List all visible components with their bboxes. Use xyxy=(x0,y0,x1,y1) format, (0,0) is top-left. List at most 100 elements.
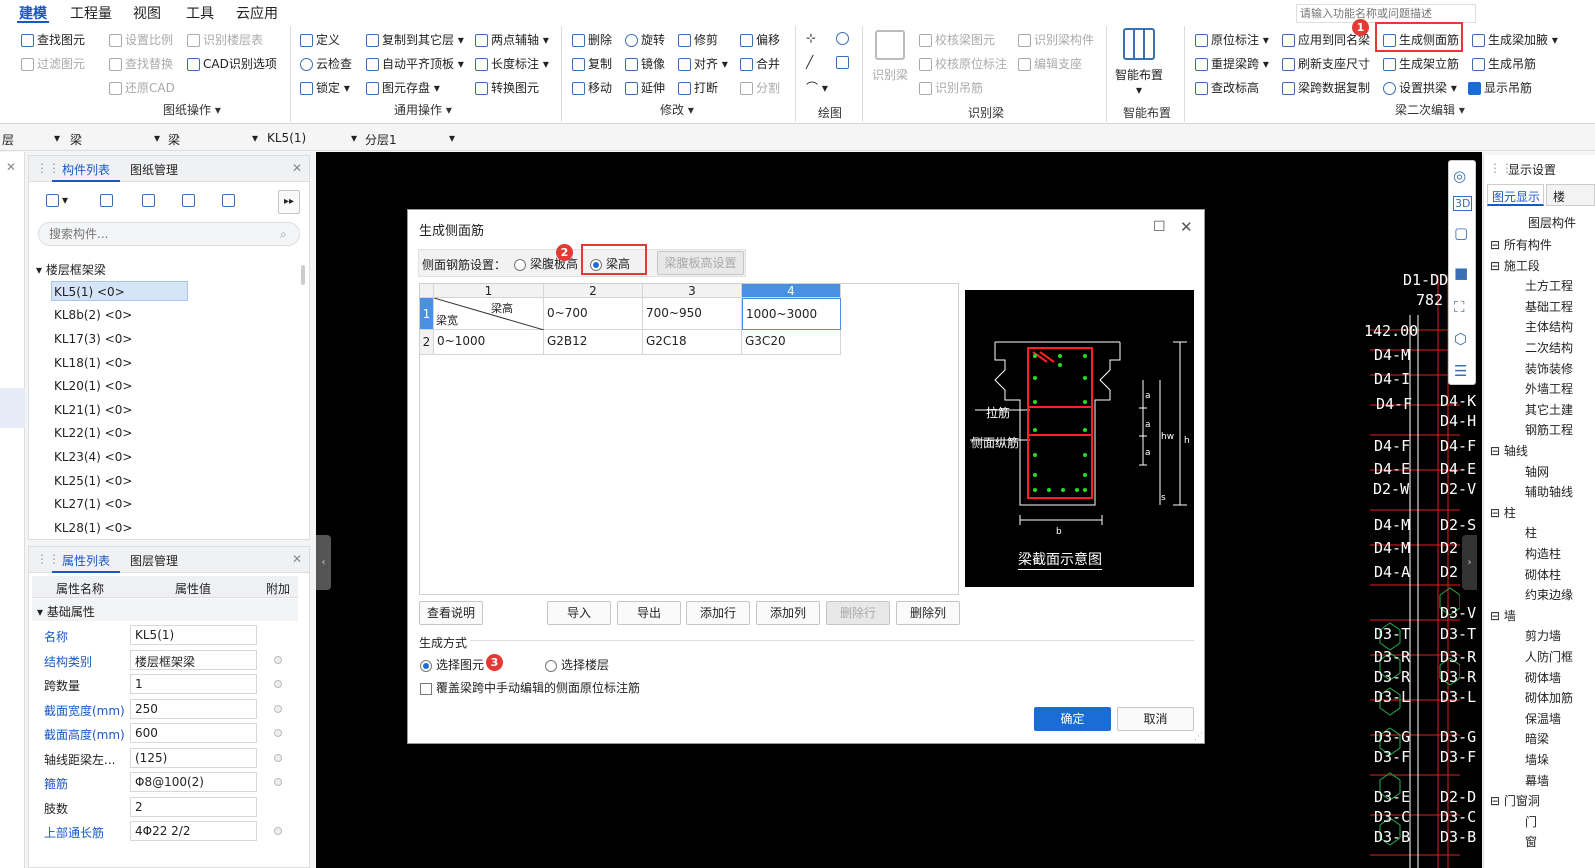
define-button[interactable]: 定义 xyxy=(300,31,340,48)
list-item[interactable]: KL23(4) <0> xyxy=(54,450,132,464)
merge-button[interactable]: 合并 xyxy=(740,55,780,72)
property-value[interactable]: 600 xyxy=(130,723,257,743)
list-item[interactable]: KL8b(2) <0> xyxy=(54,308,132,322)
collapse-left-handle[interactable]: ‹ xyxy=(316,535,331,590)
offset-button[interactable]: 偏移 xyxy=(740,31,780,48)
import-button[interactable]: 导入 xyxy=(547,601,611,625)
tree-item[interactable]: ⊟ 施工段 xyxy=(1490,257,1540,274)
attach-radio[interactable] xyxy=(274,729,282,737)
tab-floor-display[interactable]: 楼 xyxy=(1546,184,1595,206)
attach-radio[interactable] xyxy=(274,827,282,835)
list-item[interactable]: KL22(1) <0> xyxy=(54,426,132,440)
tree-item[interactable]: 轴网 xyxy=(1525,463,1549,480)
export-button[interactable]: 导出 xyxy=(617,601,681,625)
add-column-button[interactable]: 添加列 xyxy=(756,601,820,625)
property-value[interactable]: 4Φ22 2/2 xyxy=(130,821,257,841)
cloud-check-button[interactable]: 云检查 xyxy=(300,55,352,72)
delete-component-icon[interactable] xyxy=(142,193,158,207)
property-value[interactable]: 250 xyxy=(130,699,257,719)
generate-hanger-button[interactable]: 生成吊筋 xyxy=(1472,55,1536,72)
table-cell-selected[interactable]: 1000~3000 xyxy=(742,298,841,330)
list-item[interactable]: KL27(1) <0> xyxy=(54,497,132,511)
attach-radio[interactable] xyxy=(274,754,282,762)
attach-radio[interactable] xyxy=(274,680,282,688)
selector-type[interactable]: 梁 ▾ xyxy=(70,131,162,148)
attach-radio[interactable] xyxy=(274,778,282,786)
tree-item[interactable]: 土方工程 xyxy=(1525,277,1573,294)
layer-copy-icon[interactable] xyxy=(182,193,198,207)
cad-options-button[interactable]: CAD识别选项 xyxy=(187,55,277,72)
tab-quantity[interactable]: 工程量 xyxy=(70,3,112,23)
list-item[interactable]: KL5(1) <0> xyxy=(54,285,125,299)
tab-modeling[interactable]: 建模 xyxy=(19,3,47,23)
tree-item[interactable]: 钢筋工程 xyxy=(1525,421,1573,438)
recognize-floor-table-button[interactable]: 识别楼层表 xyxy=(187,31,263,48)
tree-item[interactable]: ⊟ 墙 xyxy=(1490,607,1516,624)
in-place-annotation-button[interactable]: 原位标注 ▾ xyxy=(1195,31,1269,48)
list-item[interactable]: KL21(1) <0> xyxy=(54,403,132,417)
show-hanger-checkbox[interactable]: 显示吊筋 xyxy=(1468,79,1532,96)
break-button[interactable]: 打断 xyxy=(678,79,718,96)
tree-item[interactable]: 墙垛 xyxy=(1525,751,1549,768)
table-cell[interactable]: 700~950 xyxy=(643,298,742,330)
save-component-icon[interactable] xyxy=(222,193,238,207)
copy-component-icon[interactable] xyxy=(100,193,116,207)
two-point-axis-button[interactable]: 两点辅轴 ▾ xyxy=(475,31,549,48)
set-scale-button[interactable]: 设置比例 xyxy=(109,31,173,48)
property-value[interactable]: 楼层框架梁 xyxy=(130,650,257,670)
list-item[interactable]: KL20(1) <0> xyxy=(54,379,132,393)
point-draw-icon[interactable]: ⊹ xyxy=(806,31,816,45)
restore-cad-button[interactable]: 还原CAD xyxy=(109,79,175,96)
tab-property-list[interactable]: 属性列表 xyxy=(62,552,110,569)
convert-element-button[interactable]: 转换图元 xyxy=(475,79,539,96)
tab-component-list[interactable]: 构件列表 xyxy=(62,161,110,178)
tab-cloud[interactable]: 云应用 xyxy=(236,3,278,23)
category-floor-frame-beam[interactable]: ▾ 楼层框架梁 xyxy=(36,261,106,278)
check-elevation-button[interactable]: 查改标高 xyxy=(1195,79,1259,96)
extend-button[interactable]: 延伸 xyxy=(625,79,665,96)
web-height-settings-button[interactable]: 梁腹板高设置 xyxy=(657,251,744,275)
ok-button[interactable]: 确定 xyxy=(1034,707,1111,731)
recognize-beam-component-button[interactable]: 识别梁构件 xyxy=(1018,31,1094,48)
resize-grip-icon[interactable]: ⋰ xyxy=(1194,732,1203,742)
collapse-toggle-icon[interactable]: ⊟ xyxy=(1490,609,1504,623)
collapse-toggle-icon[interactable]: ⊟ xyxy=(1490,444,1504,458)
generate-erection-rebar-button[interactable]: 生成架立筋 xyxy=(1383,55,1459,72)
view-list-icon[interactable]: ☰ xyxy=(1454,362,1467,380)
view-rotate-icon[interactable]: ◎ xyxy=(1453,167,1466,185)
find-element-button[interactable]: 查找图元 xyxy=(21,31,85,48)
find-replace-button[interactable]: 查找替换 xyxy=(109,55,173,72)
tab-tools[interactable]: 工具 xyxy=(186,3,214,23)
tab-drawing-management[interactable]: 图纸管理 xyxy=(130,161,178,178)
check-annotation-button[interactable]: 校核原位标注 xyxy=(919,55,1007,72)
tab-element-display[interactable]: 图元显示 xyxy=(1487,184,1544,206)
close-icon[interactable]: ✕ xyxy=(292,552,302,566)
maximize-icon[interactable]: ☐ xyxy=(1153,219,1166,235)
line-draw-icon[interactable]: ╱ xyxy=(806,55,813,69)
property-value[interactable]: 2 xyxy=(130,797,257,817)
tree-item[interactable]: 砌体柱 xyxy=(1525,566,1561,583)
delete-button[interactable]: 删除 xyxy=(572,31,612,48)
tree-item[interactable]: ⊟ 所有构件 xyxy=(1490,236,1552,253)
collapse-toggle-icon[interactable]: ⊟ xyxy=(1490,794,1504,808)
align-top-slab-button[interactable]: 自动平齐顶板 ▾ xyxy=(366,55,464,72)
move-button[interactable]: 移动 xyxy=(572,79,612,96)
close-icon[interactable]: ✕ xyxy=(6,160,16,174)
generate-haunch-button[interactable]: 生成梁加腋 ▾ xyxy=(1472,31,1558,48)
group-beam-edit[interactable]: 梁二次编辑 ▾ xyxy=(1395,101,1465,118)
tab-view[interactable]: 视图 xyxy=(133,3,161,23)
tree-item[interactable]: 辅助轴线 xyxy=(1525,483,1573,500)
refresh-support-size-button[interactable]: 刷新支座尺寸 xyxy=(1282,55,1370,72)
mirror-button[interactable]: 镜像 xyxy=(625,55,665,72)
tree-item[interactable]: 门 xyxy=(1525,813,1537,830)
overwrite-checkbox[interactable]: 覆盖梁跨中手动编辑的侧面原位标注筋 xyxy=(420,679,640,696)
collapse-toggle-icon[interactable]: ⊟ xyxy=(1490,506,1504,520)
tree-item[interactable]: ⊟ 轴线 xyxy=(1490,442,1528,459)
section-basic-properties[interactable]: ▾ 基础属性 xyxy=(37,603,95,620)
group-common-ops[interactable]: 通用操作 ▾ xyxy=(394,101,452,118)
delete-column-button[interactable]: 删除列 xyxy=(896,601,960,625)
collapse-right-handle[interactable]: › xyxy=(1462,535,1477,590)
filter-element-button[interactable]: 过滤图元 xyxy=(21,55,85,72)
tree-item[interactable]: 构造柱 xyxy=(1525,545,1561,562)
new-component-icon[interactable]: ▾ xyxy=(46,193,68,207)
